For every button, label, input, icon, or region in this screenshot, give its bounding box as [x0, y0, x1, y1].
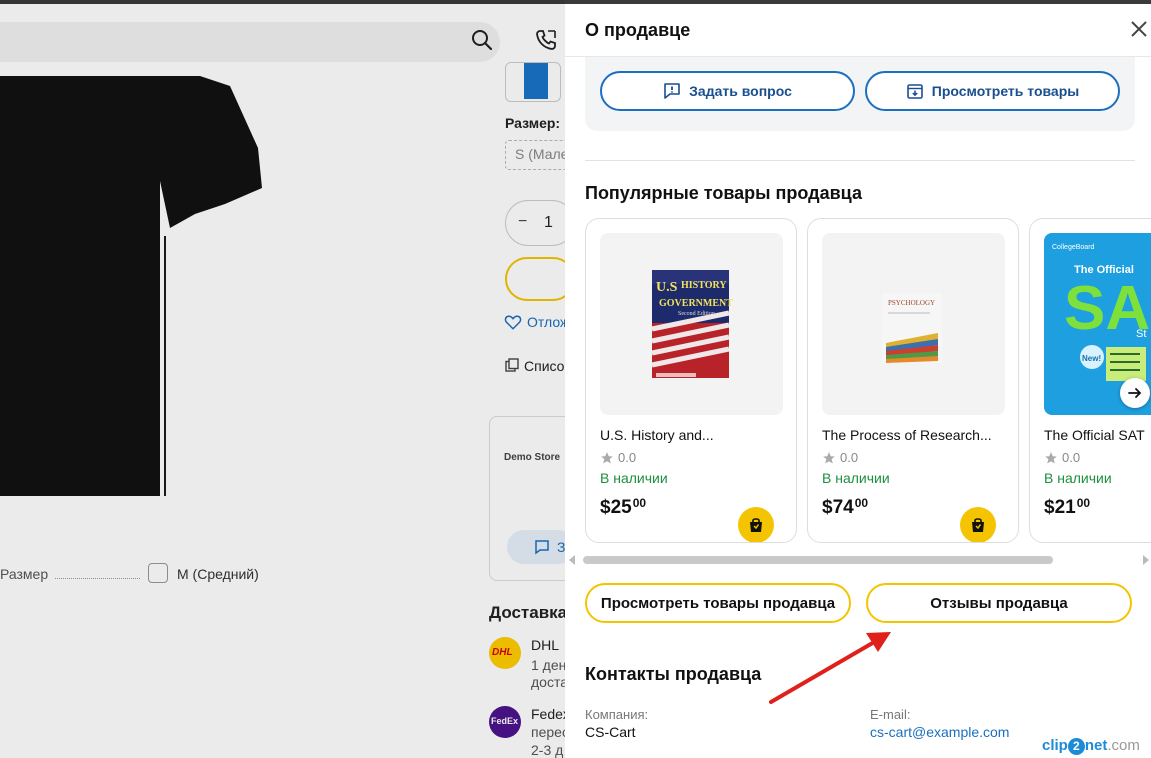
- view-products-label: Просмотреть товары: [931, 83, 1080, 99]
- book-cover-us-history: U.S HISTORY GOVERNMENT Second Edition: [651, 270, 733, 378]
- star-icon: [601, 451, 613, 464]
- star-icon: [823, 451, 835, 464]
- product-price: $2100: [1044, 496, 1091, 518]
- ask-question-label: Задать вопрос: [689, 83, 792, 99]
- arrow-right-icon: [1128, 388, 1142, 398]
- shopping-bag-icon: [750, 518, 762, 532]
- scroll-left-arrow[interactable]: [569, 555, 575, 565]
- product-name[interactable]: The Official SAT: [1044, 427, 1145, 443]
- rating-value: 0.0: [1062, 450, 1081, 465]
- email-link[interactable]: cs-cart@example.com: [870, 724, 1009, 740]
- svg-text:St: St: [1136, 328, 1146, 340]
- product-name[interactable]: U.S. History and...: [600, 427, 714, 443]
- product-image[interactable]: PSYCHOLOGY: [822, 233, 1005, 415]
- panel-title: О продавце: [585, 20, 691, 40]
- stock-status: В наличии: [1044, 470, 1112, 486]
- contacts-title: Контакты продавца: [585, 664, 762, 684]
- popular-products-title: Популярные товары продавца: [585, 183, 862, 203]
- section-divider: [585, 160, 1135, 161]
- product-name[interactable]: The Process of Research...: [822, 427, 992, 443]
- product-card[interactable]: PSYCHOLOGY The Process of Research... 0.…: [807, 218, 1019, 543]
- company-value: CS-Cart: [585, 724, 636, 740]
- view-products-button[interactable]: Просмотреть товары: [865, 71, 1120, 111]
- svg-text:PSYCHOLOGY: PSYCHOLOGY: [888, 299, 935, 307]
- stock-status: В наличии: [822, 470, 890, 486]
- carousel-scrollbar[interactable]: [583, 556, 1053, 564]
- view-vendor-products-button[interactable]: Просмотреть товары продавца: [585, 583, 851, 623]
- svg-text:CollegeBoard: CollegeBoard: [1052, 244, 1095, 251]
- seller-panel: О продавце Задать вопрос Просмотреть тов…: [565, 4, 1151, 758]
- clip2net-watermark: clip 2 net.com: [1042, 737, 1140, 755]
- company-label: Компания:: [585, 707, 649, 722]
- shopping-bag-icon: [972, 518, 984, 532]
- product-rating: 0.0: [1044, 450, 1080, 465]
- book-cover-psychology: PSYCHOLOGY: [882, 293, 942, 363]
- product-price: $2500: [600, 496, 647, 518]
- ask-question-button[interactable]: Задать вопрос: [600, 71, 855, 111]
- question-bubble-icon: [664, 83, 680, 99]
- close-icon[interactable]: [1126, 16, 1151, 42]
- rating-value: 0.0: [840, 450, 859, 465]
- stock-status: В наличии: [600, 470, 668, 486]
- product-rating: 0.0: [822, 450, 858, 465]
- product-price: $7400: [822, 496, 869, 518]
- product-image[interactable]: U.S HISTORY GOVERNMENT Second Edition: [600, 233, 783, 415]
- screen: Размер: S (Малень − 1 Отлож Списо Demo S…: [0, 0, 1151, 758]
- svg-text:New!: New!: [1082, 354, 1101, 363]
- scroll-right-arrow[interactable]: [1143, 555, 1149, 565]
- add-to-cart-button[interactable]: [960, 507, 996, 542]
- modal-backdrop[interactable]: [0, 0, 565, 758]
- add-to-cart-button[interactable]: [738, 507, 774, 542]
- star-icon: [1045, 451, 1057, 464]
- product-card[interactable]: U.S HISTORY GOVERNMENT Second Edition U.…: [585, 218, 797, 543]
- carousel-next-button[interactable]: [1120, 378, 1150, 408]
- product-rating: 0.0: [600, 450, 636, 465]
- svg-text:Second Edition: Second Edition: [678, 311, 715, 317]
- svg-text:U.S: U.S: [656, 280, 678, 295]
- rating-value: 0.0: [618, 450, 637, 465]
- svg-text:GOVERNMENT: GOVERNMENT: [659, 298, 733, 309]
- vendor-reviews-button[interactable]: Отзывы продавца: [866, 583, 1132, 623]
- svg-text:HISTORY: HISTORY: [681, 280, 727, 291]
- email-label: E-mail:: [870, 707, 911, 722]
- archive-icon: [906, 84, 923, 99]
